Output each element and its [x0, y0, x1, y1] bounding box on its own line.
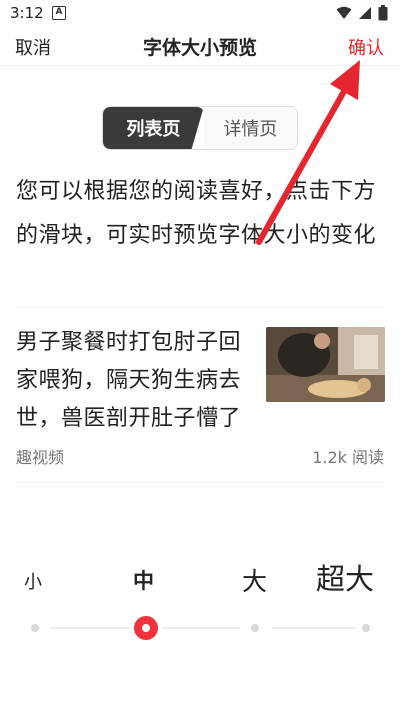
- slider-stop-large[interactable]: [251, 624, 259, 632]
- font-size-small-label[interactable]: 小: [24, 568, 42, 594]
- font-size-medium-label[interactable]: 中: [133, 565, 154, 595]
- preview-mode-switch: 列表页 详情页: [102, 106, 298, 150]
- status-icons: [336, 5, 388, 21]
- tab-list-page[interactable]: 列表页: [103, 107, 204, 149]
- tab-detail-page[interactable]: 详情页: [203, 107, 297, 149]
- status-bar: 3:12 A: [0, 0, 400, 28]
- font-size-large-label[interactable]: 大: [242, 562, 267, 598]
- battery-icon: [378, 5, 388, 21]
- font-size-xlarge-label[interactable]: 超大: [316, 556, 374, 598]
- divider: [16, 482, 385, 483]
- wifi-icon: [336, 6, 352, 19]
- slider-stop-small[interactable]: [31, 624, 39, 632]
- divider: [16, 307, 385, 308]
- signal-icon: [359, 7, 371, 19]
- article-read-count: 1.2k 阅读: [312, 448, 384, 467]
- article-thumbnail: [266, 327, 385, 402]
- slider-track: [272, 627, 356, 629]
- notification-badge-icon: A: [52, 6, 66, 20]
- slider-stop-xlarge[interactable]: [362, 624, 370, 632]
- status-time: 3:12: [10, 4, 44, 22]
- confirm-button[interactable]: 确认: [348, 34, 384, 60]
- nav-bar: 取消 字体大小预览 确认: [0, 28, 400, 66]
- article-title: 男子聚餐时打包肘子回家喂狗，隔天狗生病去世，兽医剖开肚子懵了: [16, 330, 242, 431]
- article-source: 趣视频: [16, 448, 65, 467]
- preview-description: 您可以根据您的阅读喜好，点击下方的滑块，可实时预览字体大小的变化: [16, 179, 377, 248]
- slider-track: [50, 627, 130, 629]
- slider-track: [162, 627, 240, 629]
- page-title: 字体大小预览: [142, 37, 257, 59]
- slider-thumb[interactable]: [134, 616, 158, 640]
